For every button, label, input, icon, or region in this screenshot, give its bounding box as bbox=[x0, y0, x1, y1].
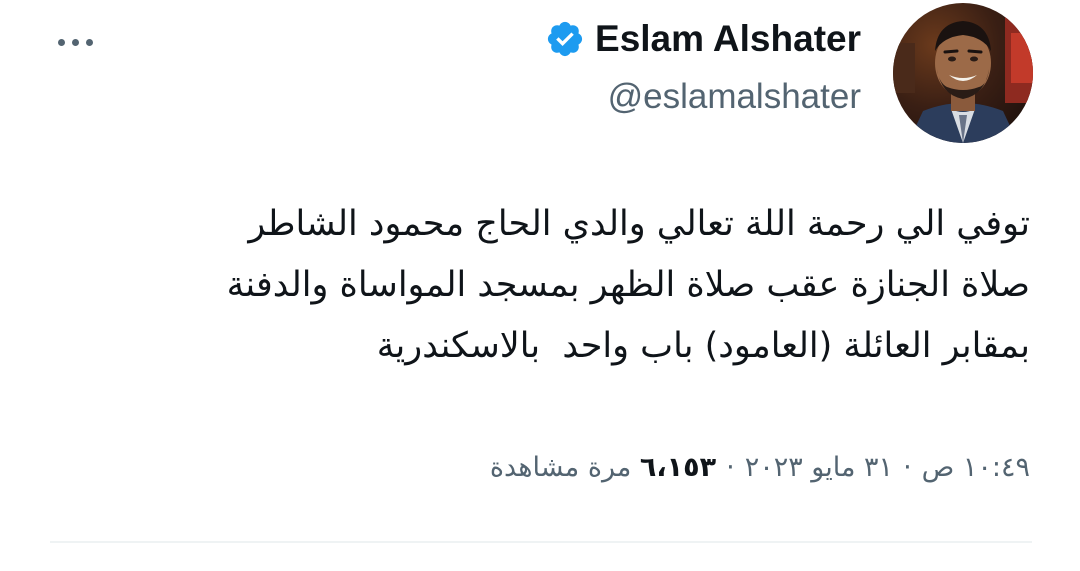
divider bbox=[50, 541, 1032, 543]
author-handle[interactable]: @eslamalshater bbox=[608, 70, 861, 124]
tweet-date[interactable]: ٣١ مايو ٢٠٢٣ bbox=[745, 452, 893, 483]
avatar-photo bbox=[893, 3, 1033, 143]
more-dot-icon bbox=[85, 38, 93, 46]
views-count: ٦،١٥٣ bbox=[639, 452, 717, 483]
more-options-button[interactable] bbox=[50, 24, 100, 60]
tweet-time[interactable]: ١٠:٤٩ ص bbox=[922, 452, 1030, 483]
author-block: Eslam Alshater @eslamalshater bbox=[545, 12, 861, 124]
author-name-row[interactable]: Eslam Alshater bbox=[545, 12, 861, 66]
avatar[interactable] bbox=[893, 3, 1033, 143]
tweet-text-line: صلاة الجنازة عقب صلاة الظهر بمسجد المواس… bbox=[226, 265, 1030, 305]
tweet-text: توفي الي رحمة اللة تعالي والدي الحاج محم… bbox=[70, 194, 1030, 377]
verified-badge-icon bbox=[547, 21, 583, 57]
more-dot-icon bbox=[71, 38, 79, 46]
tweet-meta: ١٠:٤٩ ص · ٣١ مايو ٢٠٢٣ · ٦،١٥٣ مرة مشاهدة bbox=[490, 446, 1030, 490]
tweet-detail: Eslam Alshater @eslamalshater توفي الي ر… bbox=[0, 0, 1080, 571]
tweet-text-line: بمقابر العائلة (العامود) باب واحد بالاسك… bbox=[376, 326, 1030, 366]
more-dot-icon bbox=[57, 38, 65, 46]
meta-separator: · bbox=[903, 452, 912, 483]
meta-separator: · bbox=[726, 452, 735, 483]
views-label: مرة مشاهدة bbox=[489, 452, 632, 483]
tweet-text-line: توفي الي رحمة اللة تعالي والدي الحاج محم… bbox=[248, 204, 1030, 244]
author-display-name: Eslam Alshater bbox=[595, 18, 861, 59]
